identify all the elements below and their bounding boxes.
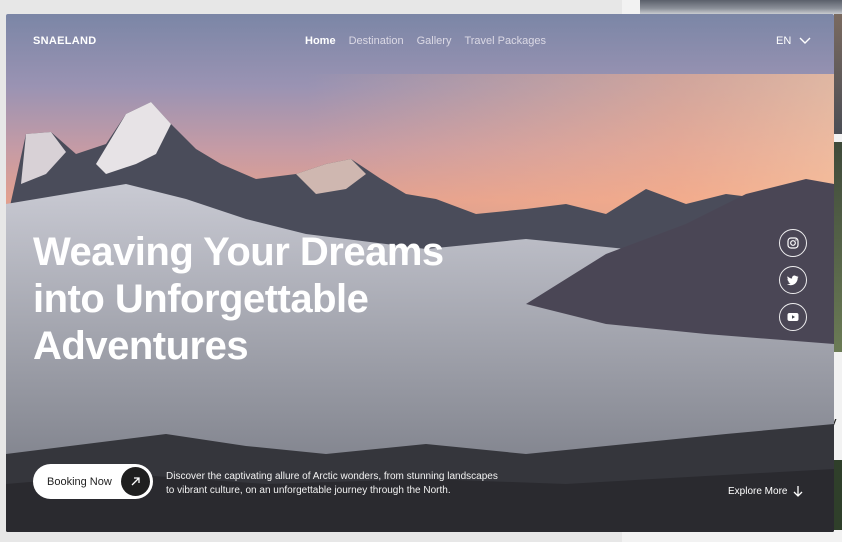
background-thumbnail — [834, 460, 842, 530]
nav-menu: Home Destination Gallery Travel Packages — [305, 35, 546, 47]
background-thumbnail — [640, 0, 842, 14]
background-thumbnail — [834, 142, 842, 352]
nav-item-destination[interactable]: Destination — [349, 35, 404, 47]
youtube-icon — [787, 313, 799, 321]
instagram-button[interactable] — [779, 229, 807, 257]
youtube-button[interactable] — [779, 303, 807, 331]
background-thumbnail — [834, 14, 842, 134]
twitter-button[interactable] — [779, 266, 807, 294]
hero-description: Discover the captivating allure of Arcti… — [166, 471, 498, 496]
booking-now-label: Booking Now — [47, 475, 112, 488]
arrow-down-icon — [794, 486, 803, 497]
nav-item-home[interactable]: Home — [305, 35, 336, 47]
top-navigation: SNAELAND Home Destination Gallery Travel… — [6, 14, 834, 68]
language-selector[interactable]: EN — [776, 35, 811, 47]
hero-headline: Weaving Your Dreams into Unforgettable A… — [33, 230, 444, 368]
twitter-icon — [787, 275, 799, 286]
instagram-icon — [787, 237, 799, 249]
nav-item-travel-packages[interactable]: Travel Packages — [464, 35, 546, 47]
arrow-up-right-icon — [121, 467, 150, 496]
nav-item-gallery[interactable]: Gallery — [417, 35, 452, 47]
explore-more-link[interactable]: Explore More — [728, 485, 803, 497]
booking-now-button[interactable]: Booking Now — [33, 464, 153, 499]
language-label: EN — [776, 35, 792, 47]
hero-section: SNAELAND Home Destination Gallery Travel… — [6, 14, 834, 532]
brand-logo[interactable]: SNAELAND — [33, 35, 97, 47]
chevron-down-icon — [799, 37, 811, 44]
explore-more-label: Explore More — [728, 485, 788, 497]
